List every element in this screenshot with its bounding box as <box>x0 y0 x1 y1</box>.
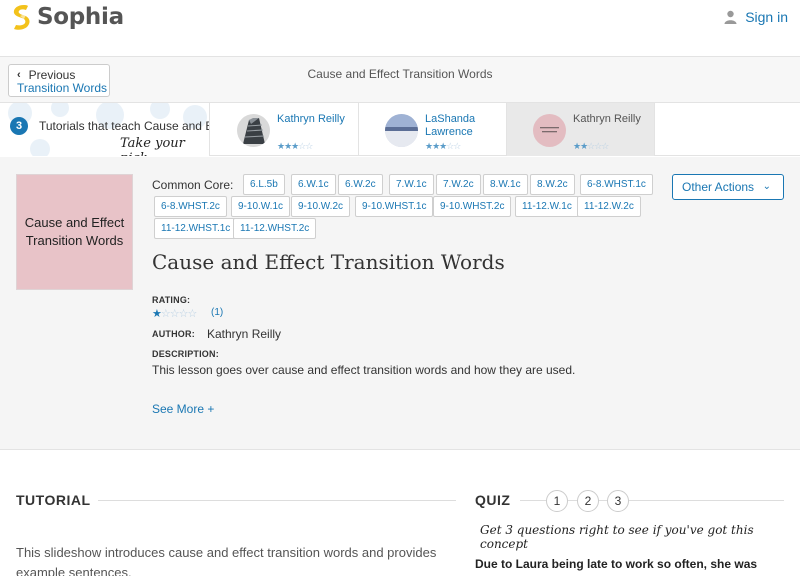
previous-target: Transition Words <box>17 81 108 95</box>
standard-tag[interactable]: 9-10.WHST.1c <box>355 196 434 217</box>
rating-stars[interactable]: ★☆☆☆☆ <box>152 307 197 320</box>
other-actions-label: Other Actions <box>682 180 755 194</box>
see-more-link[interactable]: See More + <box>152 402 214 416</box>
standard-tag[interactable]: 11-12.W.1c <box>515 196 579 217</box>
common-core-label: Common Core: <box>152 178 234 192</box>
other-actions-button[interactable]: Other Actions ⌄ <box>672 174 784 200</box>
standard-tag[interactable]: 6-8.WHST.2c <box>154 196 227 217</box>
standard-tag[interactable]: 7.W.2c <box>436 174 481 195</box>
landscape-photo-icon <box>385 114 418 147</box>
tutorial-thumbnail-1 <box>237 114 270 147</box>
page-title: Cause and Effect Transition Words <box>307 67 493 81</box>
sign-in-link[interactable]: Sign in <box>724 9 788 25</box>
author-label: AUTHOR: <box>152 329 195 339</box>
brand-name: Sophia <box>37 4 124 30</box>
lesson-thumbnail: Cause and Effect Transition Words <box>16 174 133 290</box>
standard-tag[interactable]: 8.W.1c <box>483 174 528 195</box>
rating-count[interactable]: (1) <box>211 307 223 318</box>
user-icon <box>724 10 737 24</box>
lesson-panel: Cause and Effect Transition Words Common… <box>0 157 800 450</box>
quiz-question-1[interactable]: 1 <box>546 490 568 512</box>
tutorial-author-3: Kathryn Reilly <box>573 113 641 125</box>
tutorials-intro: 3 Tutorials that teach Cause and Effect … <box>0 103 210 156</box>
tutorials-description: Tutorials that teach Cause and Effect Tr… <box>39 119 209 133</box>
tutorial-divider <box>98 500 456 501</box>
quiz-tip: Get 3 questions right to see if you've g… <box>480 523 754 551</box>
chevron-down-icon: ⌄ <box>762 181 771 192</box>
sophia-logo[interactable]: Sophia <box>10 4 124 30</box>
sign-in-label: Sign in <box>745 9 788 25</box>
quiz-heading: QUIZ <box>475 492 511 508</box>
standard-tag[interactable]: 9-10.W.1c <box>231 196 291 217</box>
tutorial-heading: TUTORIAL <box>16 492 91 508</box>
tutorial-rating-3: ★★☆☆☆ <box>573 141 609 151</box>
lesson-card-icon <box>533 114 566 147</box>
standard-tag[interactable]: 9-10.WHST.2c <box>433 196 512 217</box>
standard-tag[interactable]: 9-10.W.2c <box>291 196 351 217</box>
quiz-question-3[interactable]: 3 <box>607 490 629 512</box>
tutorial-rating-2: ★★★☆☆ <box>425 141 461 151</box>
tutorial-card-2[interactable]: LaShanda Lawrence ★★★☆☆ <box>359 103 507 156</box>
tutorial-description: This slideshow introduces cause and effe… <box>16 545 437 576</box>
standard-tag[interactable]: 6-8.WHST.1c <box>580 174 653 195</box>
lesson-thumbnail-text: Cause and Effect Transition Words <box>24 215 125 248</box>
rating-label: RATING: <box>152 295 191 305</box>
author-name: Kathryn Reilly <box>207 327 282 341</box>
standard-tag[interactable]: 6.L.5b <box>243 174 285 195</box>
description-label: DESCRIPTION: <box>152 349 219 359</box>
tutorial-card-3[interactable]: Kathryn Reilly ★★☆☆☆ <box>507 103 655 156</box>
lesson-title: Cause and Effect Transition Words <box>152 250 505 274</box>
standard-tag[interactable]: 11-12.W.2c <box>577 196 641 217</box>
tutorial-author-2: LaShanda Lawrence <box>425 113 476 138</box>
standard-tag[interactable]: 6.W.2c <box>338 174 383 195</box>
standard-tag[interactable]: 6.W.1c <box>291 174 336 195</box>
tutorial-card-1[interactable]: Kathryn Reilly ★★★☆☆ <box>211 103 359 156</box>
standard-tag[interactable]: 8.W.2c <box>530 174 575 195</box>
standard-tag[interactable]: 11-12.WHST.1c <box>154 218 238 239</box>
tutorial-thumbnail-2 <box>385 114 418 147</box>
standard-tag[interactable]: 7.W.1c <box>389 174 434 195</box>
tutorial-author-1: Kathryn Reilly <box>277 113 345 125</box>
tutorial-thumbnail-3 <box>533 114 566 147</box>
building-photo-icon <box>237 114 270 147</box>
sophia-logo-icon <box>13 5 30 30</box>
tutorials-strip: 3 Tutorials that teach Cause and Effect … <box>0 103 800 156</box>
standard-tag[interactable]: 11-12.WHST.2c <box>233 218 317 239</box>
quiz-question-text: Due to Laura being late to work so often… <box>475 557 758 571</box>
title-bar: ‹ Previous Transition Words Cause and Ef… <box>0 57 800 103</box>
tutorial-rating-1: ★★★☆☆ <box>277 141 313 151</box>
tutorials-count-badge: 3 <box>10 117 28 135</box>
quiz-question-2[interactable]: 2 <box>577 490 599 512</box>
take-your-pick-label: Take your pick: <box>120 136 185 156</box>
top-header: Sophia Sign in <box>0 0 800 57</box>
lesson-description: This lesson goes over cause and effect t… <box>152 363 576 377</box>
